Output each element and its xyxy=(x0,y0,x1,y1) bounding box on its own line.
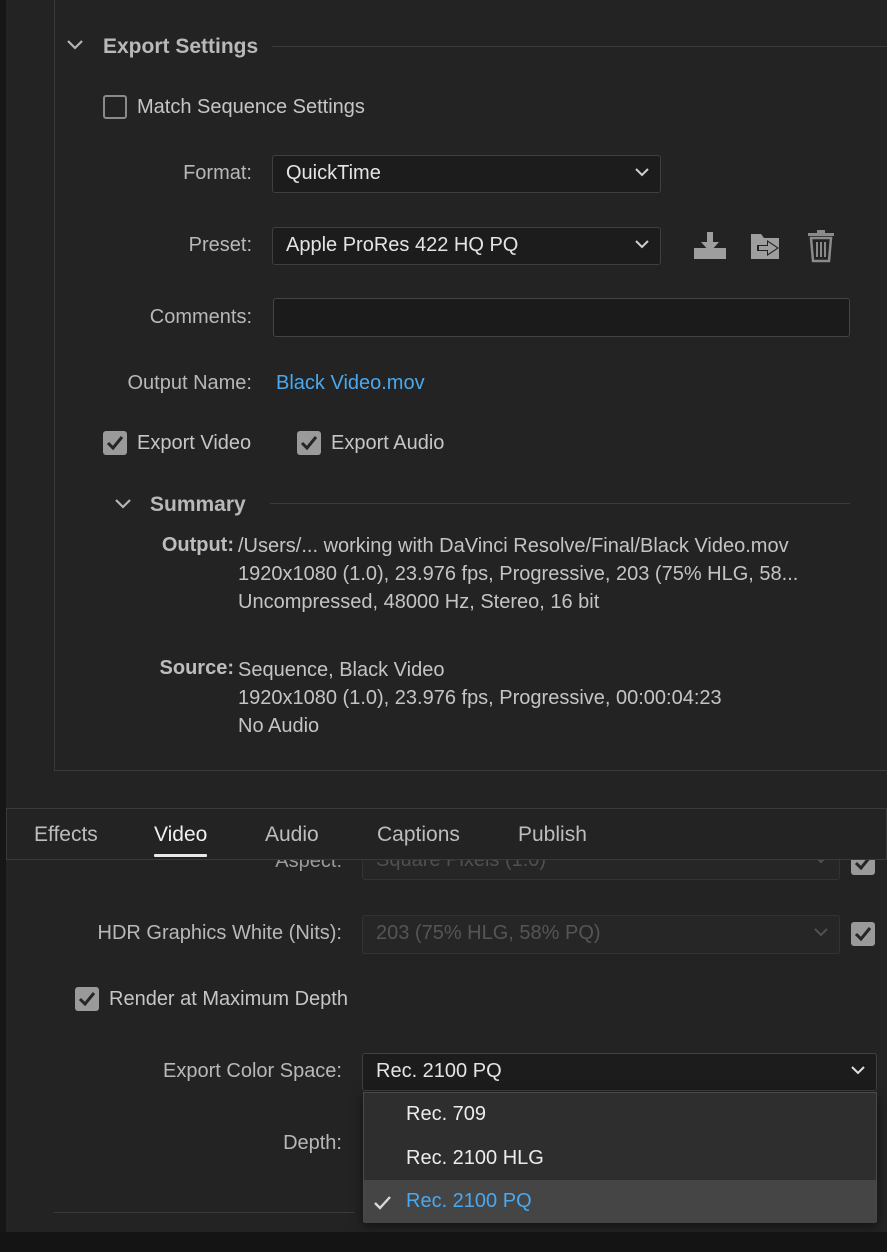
export-video-checkbox[interactable] xyxy=(103,431,127,455)
comments-label: Comments: xyxy=(149,306,252,328)
hdr-white-dropdown: 203 (75% HLG, 58% PQ) xyxy=(362,915,840,954)
import-preset-icon[interactable] xyxy=(749,229,785,263)
depth-label: Depth: xyxy=(283,1132,342,1154)
menu-item-rec2100-hlg[interactable]: Rec. 2100 HLG xyxy=(364,1137,876,1180)
checkmark-icon xyxy=(854,927,872,942)
comments-field[interactable] xyxy=(273,298,850,337)
summary-output-line: /Users/... working with DaVinci Resolve/… xyxy=(238,535,789,557)
preset-value: Apple ProRes 422 HQ PQ xyxy=(286,234,519,256)
summary-source-line: Sequence, Black Video xyxy=(238,659,445,681)
menu-item-label: Rec. 709 xyxy=(406,1103,487,1125)
menu-item-rec709[interactable]: Rec. 709 xyxy=(364,1093,876,1136)
output-name-link[interactable]: Black Video.mov xyxy=(276,372,425,395)
chevron-down-icon[interactable] xyxy=(114,497,132,511)
menu-item-label: Rec. 2100 HLG xyxy=(406,1147,544,1169)
summary-output-line: 1920x1080 (1.0), 23.976 fps, Progressive… xyxy=(238,563,799,585)
render-max-depth-checkbox[interactable] xyxy=(75,987,99,1011)
hdr-white-checkbox[interactable] xyxy=(851,922,875,946)
settings-tab-bar: Effects Video Audio Captions Publish xyxy=(6,808,887,860)
hdr-white-value: 203 (75% HLG, 58% PQ) xyxy=(376,922,601,944)
output-name-label: Output Name: xyxy=(127,372,252,394)
panel-bottom-border xyxy=(54,1212,354,1213)
preset-dropdown[interactable]: Apple ProRes 422 HQ PQ xyxy=(272,227,661,265)
section-divider xyxy=(272,46,887,47)
render-max-depth-label: Render at Maximum Depth xyxy=(109,988,348,1010)
tab-audio[interactable]: Audio xyxy=(265,823,319,847)
aspect-checkbox[interactable] xyxy=(851,860,875,875)
tab-publish[interactable]: Publish xyxy=(518,823,587,847)
summary-title: Summary xyxy=(150,493,246,516)
export-audio-checkbox[interactable] xyxy=(297,431,321,455)
menu-item-rec2100-pq[interactable]: Rec. 2100 PQ xyxy=(364,1180,876,1223)
bottom-bar xyxy=(0,1232,887,1252)
aspect-dropdown: Square Pixels (1.0) xyxy=(362,860,840,880)
tab-effects[interactable]: Effects xyxy=(34,823,98,847)
summary-output-line: Uncompressed, 48000 Hz, Stereo, 16 bit xyxy=(238,591,600,613)
chevron-down-icon xyxy=(817,860,825,864)
color-space-value: Rec. 2100 PQ xyxy=(376,1060,502,1082)
format-value: QuickTime xyxy=(286,162,381,184)
checkmark-icon xyxy=(78,992,96,1007)
save-preset-icon[interactable] xyxy=(692,230,728,262)
color-space-menu: Rec. 709 Rec. 2100 HLG Rec. 2100 PQ xyxy=(363,1092,877,1223)
hdr-white-label: HDR Graphics White (Nits): xyxy=(97,922,342,944)
summary-source-line: No Audio xyxy=(238,715,320,737)
summary-divider xyxy=(270,503,850,504)
checkmark-icon xyxy=(106,436,124,451)
match-sequence-checkbox[interactable] xyxy=(103,95,127,119)
tab-captions[interactable]: Captions xyxy=(377,823,460,847)
summary-source-label: Source: xyxy=(159,657,234,679)
checkmark-icon xyxy=(374,1196,391,1210)
preset-label: Preset: xyxy=(188,234,252,256)
delete-preset-icon[interactable] xyxy=(806,229,836,263)
chevron-down-icon xyxy=(635,240,649,249)
aspect-value: Square Pixels (1.0) xyxy=(376,860,547,871)
export-settings-title: Export Settings xyxy=(103,35,259,58)
color-space-dropdown[interactable]: Rec. 2100 PQ xyxy=(362,1053,877,1091)
match-sequence-label: Match Sequence Settings xyxy=(137,96,365,118)
chevron-down-icon xyxy=(635,168,649,177)
aspect-label: Aspect: xyxy=(275,860,342,872)
color-space-label: Export Color Space: xyxy=(163,1060,342,1082)
export-audio-label: Export Audio xyxy=(331,432,445,454)
format-label: Format: xyxy=(183,162,252,184)
chevron-down-icon[interactable] xyxy=(66,38,84,52)
export-video-label: Export Video xyxy=(137,432,252,454)
chevron-down-icon xyxy=(851,1066,865,1075)
summary-source-line: 1920x1080 (1.0), 23.976 fps, Progressive… xyxy=(238,687,722,709)
menu-item-label: Rec. 2100 PQ xyxy=(406,1190,532,1212)
tab-video[interactable]: Video xyxy=(154,823,208,857)
format-dropdown[interactable]: QuickTime xyxy=(272,155,661,193)
checkmark-icon xyxy=(300,436,318,451)
checkmark-icon xyxy=(854,860,870,871)
chevron-down-icon xyxy=(814,928,828,937)
summary-output-label: Output: xyxy=(161,534,234,556)
